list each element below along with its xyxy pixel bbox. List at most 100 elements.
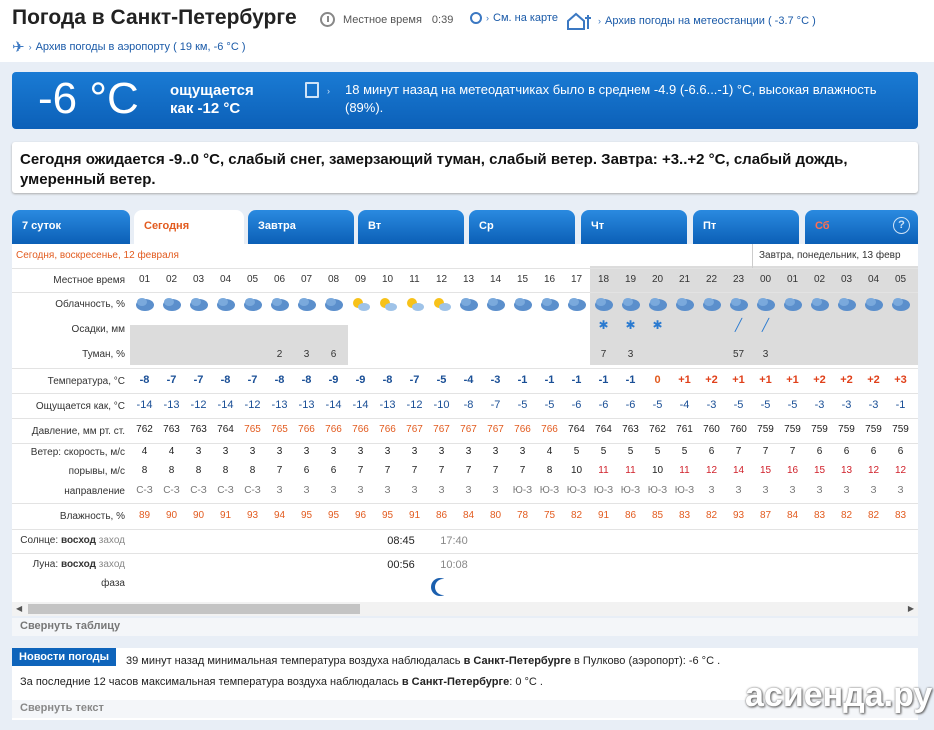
row-dir-label: направление: [64, 486, 125, 497]
station-archive-link[interactable]: › Архив погоды на метеостанции ( -3.7 °C…: [566, 12, 816, 30]
feels-cell: -14: [325, 399, 342, 411]
feels-cell: -12: [244, 399, 261, 411]
cloud-icon: [702, 295, 722, 313]
sun-rise-label: восход: [60, 535, 96, 546]
feels-cell: -13: [379, 399, 396, 411]
tab-tue[interactable]: Вт: [358, 210, 464, 244]
hum-cell: 94: [273, 510, 286, 521]
press-cell: 766: [514, 424, 531, 435]
hum-cell: 83: [678, 510, 691, 521]
news-line-2: За последние 12 часов максимальная темпе…: [20, 676, 543, 688]
row-humidity-label: Влажность, %: [59, 511, 125, 522]
press-cell: 762: [649, 424, 666, 435]
gust-cell: 6: [330, 465, 337, 476]
temp-cell: -1: [571, 374, 582, 386]
dir-cell: З: [492, 485, 499, 496]
temp-cell: -8: [301, 374, 312, 386]
news-tab[interactable]: Новости погоды: [12, 648, 116, 666]
cloud-icon: [513, 295, 533, 313]
temp-cell: +1: [732, 374, 745, 386]
dir-cell: С-З: [244, 485, 261, 496]
gust-cell: 12: [894, 465, 907, 476]
help-icon[interactable]: ?: [893, 217, 910, 234]
building-icon: [305, 82, 319, 98]
scroll-right-icon[interactable]: ▶: [908, 604, 914, 613]
press-cell: 764: [595, 424, 612, 435]
dir-cell: З: [870, 485, 877, 496]
hours-cell: 13: [462, 274, 475, 285]
temp-cell: -7: [247, 374, 258, 386]
snowflake-icon: ✱: [625, 318, 636, 332]
temp-cell: -8: [382, 374, 393, 386]
table-scrollbar[interactable]: ◀ ▶: [12, 602, 918, 616]
row-wind-label: Ветер: скорость, м/с: [30, 447, 125, 458]
press-cell: 767: [406, 424, 423, 435]
dir-cell: Ю-З: [566, 485, 587, 496]
hum-cell: 87: [759, 510, 772, 521]
forecast-text: Сегодня ожидается -9..0 °C, слабый снег,…: [20, 151, 848, 188]
cloud-icon: [783, 295, 803, 313]
feels-cell: -5: [517, 399, 528, 411]
map-pin-icon: [470, 12, 482, 24]
fog-cell: 3: [627, 349, 634, 360]
cloud-icon: [297, 295, 317, 313]
tab-fri[interactable]: Пт: [693, 210, 799, 244]
hours-cell: 14: [489, 274, 502, 285]
wind-cell: 3: [384, 446, 391, 457]
airplane-icon: ✈: [12, 39, 25, 56]
dir-cell: З: [303, 485, 310, 496]
dir-cell: З: [384, 485, 391, 496]
fog-cell: 3: [303, 349, 310, 360]
news-line-1-city[interactable]: в Санкт-Петербурге: [464, 655, 571, 667]
collapse-table-button[interactable]: Свернуть таблицу: [12, 618, 918, 636]
tab-tomorrow[interactable]: Завтра: [248, 210, 354, 244]
forecast-summary: Сегодня ожидается -9..0 °C, слабый снег,…: [12, 142, 918, 193]
hours-cell: 07: [300, 274, 313, 285]
temp-cell: +1: [678, 374, 691, 386]
scroll-left-icon[interactable]: ◀: [16, 604, 22, 613]
station-icon: [567, 12, 591, 30]
press-cell: 763: [622, 424, 639, 435]
dir-cell: З: [411, 485, 418, 496]
wind-cell: 3: [519, 446, 526, 457]
wind-cell: 3: [330, 446, 337, 457]
wind-cell: 4: [546, 446, 553, 457]
hum-cell: 91: [408, 510, 421, 521]
dir-cell: Ю-З: [647, 485, 668, 496]
wind-cell: 7: [789, 446, 796, 457]
scroll-thumb[interactable]: [28, 604, 360, 614]
temp-cell: -9: [328, 374, 339, 386]
temp-cell: +3: [894, 374, 907, 386]
feels-cell: -8: [463, 399, 474, 411]
gust-cell: 8: [222, 465, 229, 476]
tab-sat[interactable]: Сб ?: [805, 210, 918, 244]
temp-cell: +1: [759, 374, 772, 386]
airport-archive-link[interactable]: ✈ › Архив погоды в аэропорту ( 19 км, -6…: [12, 38, 246, 56]
moonset-time: 10:08: [440, 559, 468, 571]
header: Погода в Санкт-Петербурге Местное время …: [0, 0, 934, 62]
news-line-2-city[interactable]: в Санкт-Петербурге: [402, 676, 509, 688]
press-cell: 766: [541, 424, 558, 435]
hum-cell: 91: [219, 510, 232, 521]
tab-today[interactable]: Сегодня: [134, 210, 244, 244]
feels-cell: -3: [814, 399, 825, 411]
gust-cell: 7: [438, 465, 445, 476]
feels-cell: -14: [352, 399, 369, 411]
tab-7-days[interactable]: 7 суток: [12, 210, 130, 244]
tab-thu[interactable]: Чт: [581, 210, 687, 244]
map-link[interactable]: › См. на карте: [470, 12, 558, 24]
news-line-1-text: 39 минут назад минимальная температура в…: [126, 655, 464, 667]
row-feels-label: Ощущается как, °C: [35, 401, 125, 412]
wind-cell: 3: [357, 446, 364, 457]
raindrop-icon: ╱: [734, 318, 743, 332]
row-sun: Солнце: восход заход 08:45 17:40: [12, 529, 918, 553]
feels-cell: -1: [895, 399, 906, 411]
wind-cell: 6: [843, 446, 850, 457]
hours-cell: 00: [759, 274, 772, 285]
press-cell: 764: [217, 424, 234, 435]
feels-cell: -3: [841, 399, 852, 411]
wind-cell: 5: [573, 446, 580, 457]
feels-cell: -13: [298, 399, 315, 411]
press-cell: 766: [298, 424, 315, 435]
tab-wed[interactable]: Ср: [469, 210, 575, 244]
